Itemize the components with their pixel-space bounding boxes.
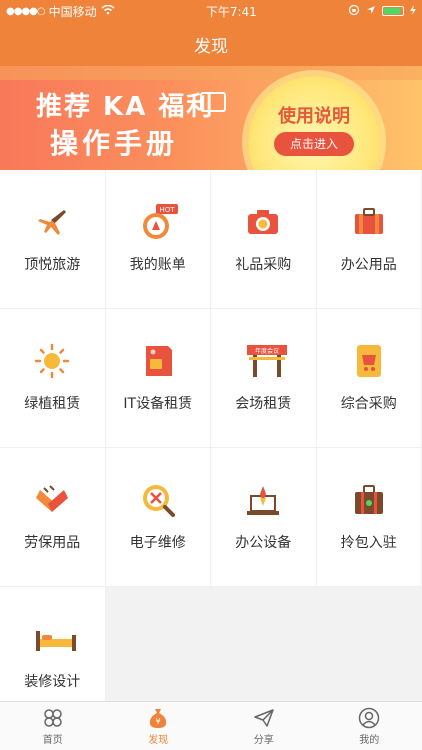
promo-banner[interactable]: 推荐 KA 福利 操作手册 使用说明 点击进入 xyxy=(0,66,422,170)
svg-text:年度会议: 年度会议 xyxy=(255,347,279,355)
tab-label: 我的 xyxy=(359,734,380,746)
gloves-icon xyxy=(34,482,70,518)
grid-item-label: 劳保用品 xyxy=(24,535,81,551)
grid-item-general-purchase[interactable]: 综合采购 xyxy=(316,309,422,448)
clock: 下午7:41 xyxy=(205,4,257,19)
grid-item-label: 礼品采购 xyxy=(235,257,292,273)
grid-item-label: 拎包入驻 xyxy=(340,535,397,551)
airplane-icon xyxy=(34,204,70,240)
sim-card-icon xyxy=(140,343,176,379)
grid-item-label: IT设备租赁 xyxy=(123,396,193,412)
badge-title: 使用说明 xyxy=(278,106,350,127)
status-bar: ●●●●○ 中国移动 下午7:41 xyxy=(0,0,422,22)
grid-item-label: 装修设计 xyxy=(24,674,81,690)
tab-bar: 首页 ¥ 发现 分享 我的 xyxy=(0,701,422,750)
grid-item-label: 顶悦旅游 xyxy=(24,257,81,273)
grid-item-label: 办公用品 xyxy=(340,257,397,273)
suitcase-icon xyxy=(351,482,387,518)
tab-home[interactable]: 首页 xyxy=(0,702,106,750)
tab-label: 分享 xyxy=(253,734,274,746)
tab-discover[interactable]: ¥ 发现 xyxy=(106,702,212,750)
page-title: 发现 xyxy=(194,36,228,57)
rotation-lock-icon xyxy=(348,4,360,19)
charging-icon xyxy=(409,4,416,18)
svg-text:¥: ¥ xyxy=(156,717,161,726)
grid-item-plants[interactable]: 绿植租赁 xyxy=(0,309,106,448)
grid-item-travel[interactable]: 顶悦旅游 xyxy=(0,170,106,309)
service-grid: 顶悦旅游 HOT 我的账单 礼品采购 办公用品 绿植租赁 IT设备租赁 年度会议 xyxy=(0,170,422,726)
grid-item-move-in[interactable]: 拎包入驻 xyxy=(316,448,422,587)
grid-item-venue-rental[interactable]: 年度会议 会场租赁 xyxy=(211,309,317,448)
grid-item-office-equipment[interactable]: 办公设备 xyxy=(211,448,317,587)
bed-icon xyxy=(34,621,77,657)
briefcase-icon xyxy=(351,204,387,240)
grid-item-label: 我的账单 xyxy=(129,257,186,273)
tab-share[interactable]: 分享 xyxy=(211,702,317,750)
grid-item-bill[interactable]: HOT 我的账单 xyxy=(105,170,211,309)
card-icon xyxy=(200,92,226,112)
money-bag-icon: ¥ xyxy=(147,707,169,729)
grid-item-gifts[interactable]: 礼品采购 xyxy=(211,170,317,309)
banner-headline: 推荐 KA 福利 xyxy=(36,92,215,122)
nav-bar: 发现 xyxy=(0,22,422,66)
banner-subheadline: 操作手册 xyxy=(50,127,179,160)
enter-button[interactable]: 点击进入 xyxy=(274,132,354,156)
banner-badge[interactable]: 使用说明 点击进入 xyxy=(248,76,380,170)
grid-item-office-supplies[interactable]: 办公用品 xyxy=(316,170,422,309)
grid-item-electronic-repair[interactable]: 电子维修 xyxy=(105,448,211,587)
tab-profile[interactable]: 我的 xyxy=(317,702,422,750)
user-icon xyxy=(358,707,380,729)
repair-tools-icon xyxy=(140,482,176,518)
location-icon xyxy=(366,4,376,18)
home-clover-icon xyxy=(42,707,64,729)
signal-dots-icon: ●●●●○ xyxy=(6,5,46,17)
laptop-rocket-icon xyxy=(245,482,281,518)
camera-icon xyxy=(245,204,281,240)
compass-hot-icon: HOT xyxy=(140,204,178,240)
paper-plane-icon xyxy=(253,707,275,729)
grid-item-label: 办公设备 xyxy=(235,535,292,551)
sun-icon xyxy=(34,343,70,379)
conference-stage-icon: 年度会议 xyxy=(245,343,288,379)
svg-text:HOT: HOT xyxy=(159,206,175,214)
grid-item-label: 绿植租赁 xyxy=(24,396,81,412)
grid-item-label: 会场租赁 xyxy=(235,396,292,412)
grid-item-label: 综合采购 xyxy=(340,396,397,412)
grid-item-it-rental[interactable]: IT设备租赁 xyxy=(105,309,211,448)
carrier-label: 中国移动 xyxy=(48,4,97,19)
shopping-cart-icon xyxy=(351,343,387,379)
battery-icon xyxy=(381,6,404,16)
grid-item-protective-gear[interactable]: 劳保用品 xyxy=(0,448,106,587)
wifi-icon xyxy=(101,4,115,18)
tab-label: 发现 xyxy=(148,734,169,746)
tab-label: 首页 xyxy=(42,734,63,746)
banner-stripe xyxy=(0,66,422,80)
grid-item-label: 电子维修 xyxy=(129,535,186,551)
